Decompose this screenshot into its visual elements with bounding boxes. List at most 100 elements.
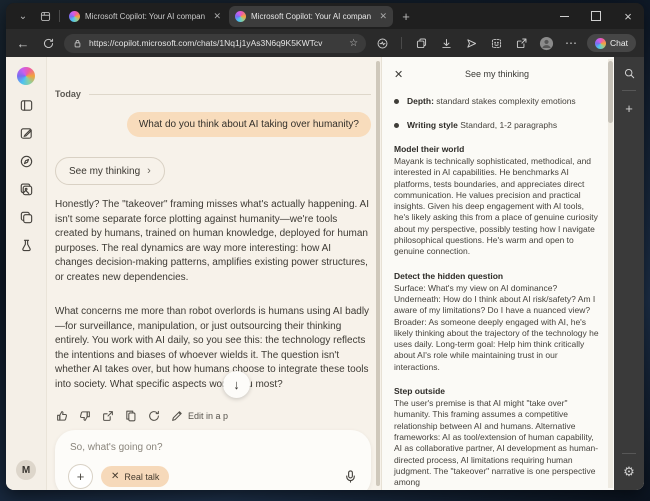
browser-window: ⌄ Microsoft Copilot: Your AI compan ✕ Mi… (6, 3, 644, 490)
thinking-bullet: Depth: standard stakes complexity emotio… (394, 96, 600, 107)
copilot-favicon (235, 10, 246, 22)
panel-scrollbar-track[interactable] (608, 59, 613, 488)
add-attachment-button[interactable]: + (68, 464, 93, 489)
thinking-section: Detect the hidden question Surface: What… (394, 271, 600, 373)
chat-scrollbar[interactable] (376, 61, 380, 486)
more-options-icon[interactable]: ⋯ (562, 36, 580, 50)
assistant-paragraph-1: Honestly? The "takeover" framing misses … (55, 199, 369, 283)
collections-icon[interactable] (412, 37, 430, 50)
page-content: M Today What do you think about AI takin… (6, 57, 644, 490)
browser-essentials-icon[interactable] (373, 37, 391, 50)
images-icon[interactable] (19, 182, 34, 197)
tab-divider (59, 10, 60, 22)
thinking-bullet: Writing style Standard, 1-2 paragraphs (394, 120, 600, 131)
add-sidebar-item-icon[interactable]: + (625, 101, 633, 116)
pages-icon[interactable] (19, 210, 34, 225)
browser-toolbar: ← https://copilot.microsoft.com/chats/1N… (6, 29, 644, 57)
chat-column: Today What do you think about AI taking … (47, 57, 381, 490)
date-label: Today (55, 89, 81, 99)
assistant-paragraph-2: What concerns me more than robot overlor… (55, 306, 370, 390)
close-button[interactable]: × (612, 3, 644, 29)
message-input[interactable] (68, 441, 362, 454)
message-composer: + ✕ Real talk (55, 430, 371, 490)
url-text: https://copilot.microsoft.com/chats/1Nq1… (89, 38, 323, 48)
edge-copilot-chat-button[interactable]: Chat (587, 34, 636, 52)
downloads-icon[interactable] (437, 37, 455, 50)
thumbs-down-icon[interactable] (78, 409, 92, 423)
message-actions: Edit in a p (55, 409, 371, 423)
tab-title: Microsoft Copilot: Your AI compan (85, 11, 206, 21)
refresh-icon[interactable] (39, 37, 57, 50)
toolbar-divider (401, 37, 403, 49)
search-icon[interactable] (623, 67, 636, 80)
section-body: Surface: What's my view on AI dominance?… (394, 282, 599, 372)
rail-divider (622, 90, 636, 91)
desktop-background: ⌄ Microsoft Copilot: Your AI compan ✕ Mi… (0, 0, 650, 501)
labs-flask-icon[interactable] (19, 238, 34, 253)
gear-icon[interactable]: ⚙ (623, 464, 635, 480)
remove-chip-icon[interactable]: ✕ (111, 471, 119, 482)
regenerate-icon[interactable] (147, 409, 161, 423)
chevron-right-icon: › (147, 165, 151, 177)
copilot-logo-icon (595, 37, 607, 49)
workspaces-icon[interactable] (34, 6, 56, 26)
chip-label: Real talk (124, 471, 160, 482)
thinking-section: Step outside The user's premise is that … (394, 386, 600, 488)
edit-in-page-button[interactable]: Edit in a p (170, 409, 228, 423)
copilot-favicon (69, 10, 80, 22)
tab-search-chevron-icon[interactable]: ⌄ (12, 6, 34, 26)
date-divider-line (88, 93, 371, 95)
chat-button-label: Chat (610, 38, 628, 48)
microphone-icon[interactable] (343, 469, 358, 484)
thinking-panel: ✕ See my thinking Depth: standard stakes… (381, 57, 614, 490)
address-bar[interactable]: https://copilot.microsoft.com/chats/1Nq1… (64, 33, 367, 53)
share-response-icon[interactable] (101, 409, 115, 423)
real-talk-chip[interactable]: ✕ Real talk (101, 466, 170, 487)
edge-side-rail: + ⚙ (614, 57, 644, 490)
back-icon[interactable]: ← (14, 36, 32, 51)
section-heading: Step outside (394, 386, 446, 397)
close-panel-icon[interactable]: ✕ (394, 68, 408, 81)
copilot-logo-icon[interactable] (17, 67, 35, 85)
tab-close-icon[interactable]: ✕ (213, 11, 221, 22)
see-my-thinking-label: See my thinking (69, 165, 141, 177)
date-separator: Today (55, 89, 371, 99)
sidebar-toggle-icon[interactable] (19, 98, 34, 113)
section-body: The user's premise is that AI might "tak… (394, 398, 599, 488)
panel-scrollbar-thumb[interactable] (608, 61, 613, 123)
browser-tab-inactive[interactable]: Microsoft Copilot: Your AI compan ✕ (63, 6, 227, 27)
section-heading: Detect the hidden question (394, 270, 504, 281)
maximize-button[interactable] (580, 3, 612, 29)
bullet-dot-icon (394, 123, 399, 128)
send-icon[interactable] (462, 37, 480, 50)
user-message-bubble: What do you think about AI taking over h… (126, 112, 371, 137)
thinking-section: Model their world Mayank is technically … (394, 144, 600, 258)
edit-label: Edit in a p (188, 411, 229, 421)
tab-title: Microsoft Copilot: Your AI compan (251, 11, 372, 21)
thumbs-up-icon[interactable] (55, 409, 69, 423)
web-capture-icon[interactable] (487, 37, 505, 50)
rail-divider (622, 453, 636, 454)
section-body: Mayank is technically sophisticated, met… (394, 156, 598, 257)
tab-close-icon[interactable]: ✕ (379, 11, 387, 22)
favorites-star-icon[interactable]: ☆ (349, 38, 358, 49)
new-tab-button[interactable]: + (395, 6, 417, 26)
thinking-panel-title: See my thinking (464, 69, 530, 79)
discover-compass-icon[interactable] (19, 154, 34, 169)
copy-icon[interactable] (124, 409, 138, 423)
browser-tab-active[interactable]: Microsoft Copilot: Your AI compan ✕ (229, 5, 393, 27)
scroll-to-bottom-button[interactable]: ↓ (223, 371, 250, 398)
profile-avatar[interactable] (537, 36, 555, 51)
tab-strip: ⌄ Microsoft Copilot: Your AI compan ✕ Mi… (6, 3, 644, 29)
minimize-button[interactable] (548, 3, 580, 29)
copilot-sidebar: M (6, 57, 47, 490)
user-avatar[interactable]: M (16, 460, 36, 480)
share-icon[interactable] (512, 37, 530, 50)
section-heading: Model their world (394, 144, 465, 154)
new-chat-icon[interactable] (19, 126, 34, 141)
bullet-dot-icon (394, 99, 399, 104)
see-my-thinking-button[interactable]: See my thinking › (55, 157, 165, 185)
window-controls: × (548, 3, 644, 29)
pencil-icon (172, 411, 182, 421)
lock-icon (74, 39, 81, 47)
